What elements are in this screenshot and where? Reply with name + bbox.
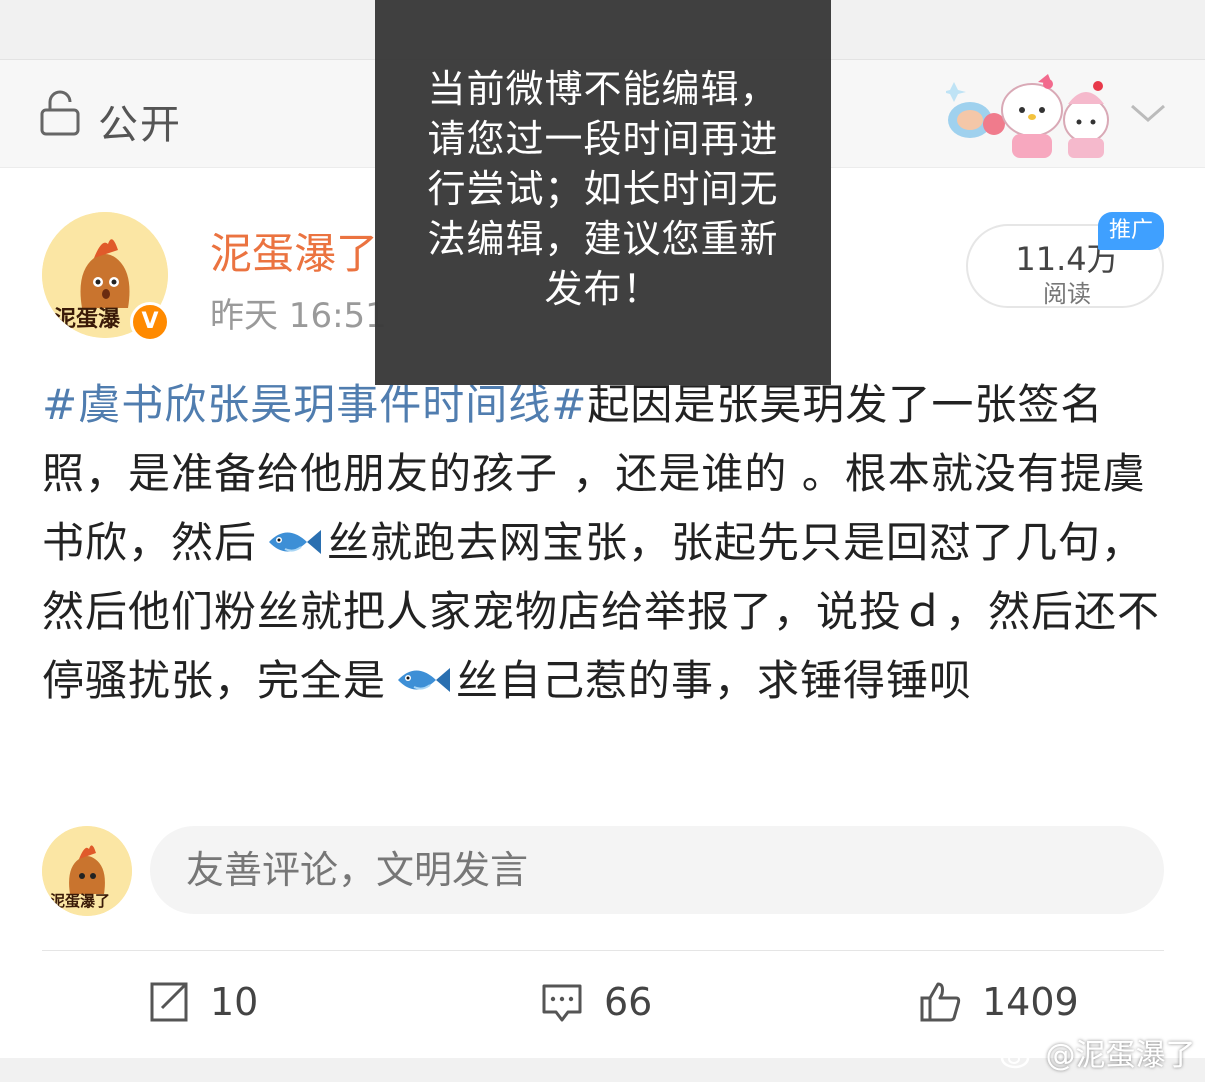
fish-icon bbox=[398, 668, 451, 692]
watermark: @泥蛋瀑了 bbox=[1000, 1030, 1196, 1074]
read-label: 阅读 bbox=[1043, 280, 1091, 308]
repost-button[interactable]: 10 bbox=[146, 970, 258, 1034]
svg-text:泥蛋瀑了: 泥蛋瀑了 bbox=[50, 892, 110, 910]
svg-text:泥蛋瀑: 泥蛋瀑 bbox=[54, 306, 121, 332]
thumbs-up-icon bbox=[920, 982, 961, 1022]
verified-badge: V bbox=[130, 302, 170, 342]
repost-icon bbox=[150, 982, 188, 1022]
comment-input[interactable] bbox=[150, 826, 1164, 914]
chevron-down-icon[interactable] bbox=[1128, 100, 1168, 126]
post-time: 昨天 16:51 bbox=[210, 296, 387, 336]
unlock-icon bbox=[40, 90, 80, 136]
comment-button[interactable]: 66 bbox=[540, 970, 652, 1034]
volcano-egg-avatar-art: 泥蛋瀑了 bbox=[42, 826, 132, 916]
comment-avatar[interactable]: 泥蛋瀑了 bbox=[42, 826, 132, 916]
post-text-3: 丝自己惹的事，求锤得锤呗 bbox=[456, 656, 973, 705]
toast-message: 当前微博不能编辑，请您过一段时间再进行尝试；如长时间无法编辑，建议您重新发布！ bbox=[375, 0, 831, 385]
like-button[interactable]: 1409 bbox=[918, 970, 1079, 1034]
comment-count: 66 bbox=[604, 980, 653, 1024]
like-count: 1409 bbox=[982, 980, 1079, 1024]
comment-icon bbox=[542, 984, 582, 1022]
repost-count: 10 bbox=[210, 980, 259, 1024]
user-name[interactable]: 泥蛋瀑了 bbox=[210, 220, 378, 281]
privacy-label: 公开 bbox=[98, 102, 182, 148]
hashtag-link[interactable]: #虞书欣张昊玥事件时间线# bbox=[42, 380, 587, 429]
hello-kitty-sticker bbox=[946, 74, 1109, 158]
fish-icon bbox=[269, 530, 322, 554]
watermark-text: @泥蛋瀑了 bbox=[1045, 1038, 1196, 1073]
divider bbox=[42, 950, 1164, 951]
promo-badge[interactable]: 推广 bbox=[1098, 212, 1164, 250]
post-body: #虞书欣张昊玥事件时间线#起因是张昊玥发了一张签名照，是准备给他朋友的孩子 ，还… bbox=[42, 370, 1172, 715]
weibo-logo-icon bbox=[1000, 1043, 1035, 1069]
